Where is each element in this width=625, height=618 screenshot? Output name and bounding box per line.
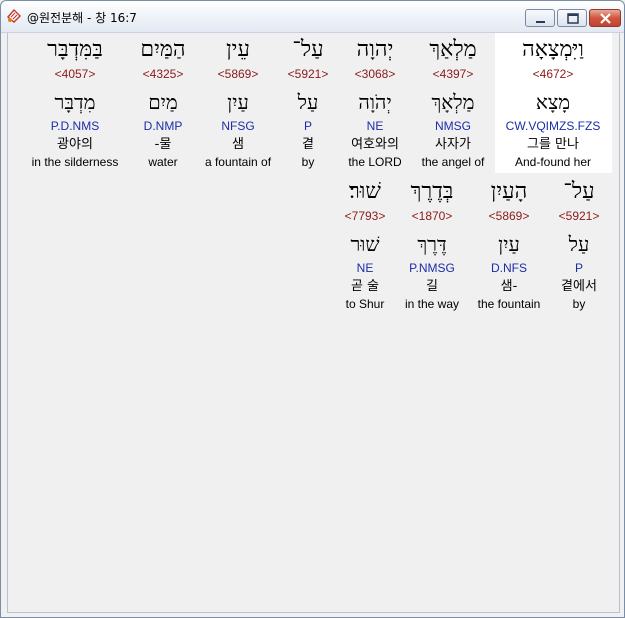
english-gloss: in the silderness (31, 155, 119, 169)
hebrew-word: בַּמִּדְבָּר (47, 37, 103, 62)
korean-gloss: 곧 술 (350, 279, 380, 294)
maximize-button[interactable] (557, 9, 587, 27)
english-gloss: by (301, 155, 315, 169)
lemma-word: מַלְאָךְ (431, 90, 475, 114)
strong-number[interactable]: <4057> (23, 65, 127, 83)
korean-gloss: 샘- (500, 279, 518, 294)
morphology-code: P (574, 261, 583, 275)
korean-gloss: 그를 만나 (527, 137, 579, 152)
lemma-word: עַל (297, 90, 319, 114)
morphology-code: NE (366, 119, 384, 133)
strong-number[interactable]: <5921> (281, 65, 335, 83)
english-gloss: water (148, 155, 178, 169)
morphology-code: NFSG (221, 119, 255, 133)
korean-gloss: 사자가 (435, 137, 471, 152)
english-gloss: the angel of (421, 155, 485, 169)
lemma-word: עַיִן (498, 232, 520, 256)
word-unit[interactable]: הָעַיִן <5869> עַיִן D.NFS 샘- the founta… (471, 177, 547, 313)
lemma-word: מָצָא (535, 90, 571, 114)
hebrew-word: עַל־ (292, 37, 324, 62)
morphology-code: CW.VQIMZS.FZS (505, 119, 601, 133)
hebrew-word: הַמַּיִם (140, 37, 186, 62)
korean-gloss: -물 (154, 137, 172, 152)
lemma-word: דֶּרֶךְ (417, 232, 447, 256)
word-unit[interactable]: בַּמִּדְבָּר <4057> מִדְבָּר P.D.NMS 광야의… (23, 35, 127, 171)
hebrew-word: יְהוָה (356, 37, 394, 62)
morphology-code: NMSG (435, 119, 471, 133)
app-window: @원전분해 - 창 16:7 וַיִּמְצָאָה <4672> מָצָא… (0, 0, 625, 618)
lemma-word: מַיִם (148, 90, 178, 114)
strong-number[interactable]: <1870> (397, 207, 467, 225)
lemma-word: שׁוּר (350, 232, 380, 256)
word-unit[interactable]: הַמַּיִם <4325> מַיִם D.NMP -물 water (131, 35, 195, 171)
strong-number[interactable]: <4397> (415, 65, 491, 83)
hebrew-word: שׁוּר׃ (348, 179, 381, 204)
hebrew-word: מַלְאַךְ (429, 37, 477, 62)
english-gloss: And-found her (514, 155, 592, 169)
morphology-code: P.D.NMS (50, 119, 100, 133)
morphology-code: P (303, 119, 312, 133)
strong-number[interactable]: <5869> (471, 207, 547, 225)
english-gloss: to Shur (345, 297, 385, 311)
morphology-code: P.NMSG (409, 261, 455, 275)
korean-gloss: 곁 (302, 137, 314, 152)
english-gloss: a fountain of (204, 155, 272, 169)
korean-gloss: 길 (426, 279, 438, 294)
english-gloss: by (572, 297, 586, 311)
word-unit[interactable]: שׁוּר׃ <7793> שׁוּר NE 곧 술 to Shur (337, 177, 393, 313)
morphology-code: D.NFS (491, 261, 527, 275)
hebrew-word: בְּדֶרֶךְ (410, 179, 454, 204)
strong-number[interactable]: <4672> (497, 65, 609, 83)
app-icon (6, 8, 22, 24)
title-bar[interactable]: @원전분해 - 창 16:7 (1, 1, 624, 33)
korean-gloss: 샘 (232, 137, 244, 152)
strong-number[interactable]: <7793> (337, 207, 393, 225)
english-gloss: the fountain (477, 297, 541, 311)
window-title: @원전분해 - 창 16:7 (27, 11, 137, 25)
minimize-icon (536, 21, 545, 23)
word-unit[interactable]: יְהוָה <3068> יְהֹוָה NE 여호와의 the LORD (341, 35, 409, 171)
minimize-button[interactable] (525, 9, 555, 27)
word-unit[interactable]: עַל־ <5921> עַל P 곁에서 by (547, 177, 611, 313)
strong-number[interactable]: <4325> (131, 65, 195, 83)
word-unit[interactable]: עֵין <5869> עַיִן NFSG 샘 a fountain of (199, 35, 277, 171)
hebrew-word: עֵין (226, 37, 250, 62)
strong-number[interactable]: <3068> (341, 65, 409, 83)
strong-number[interactable]: <5869> (199, 65, 277, 83)
korean-gloss: 곁에서 (561, 279, 597, 294)
lemma-word: עַל (568, 232, 590, 256)
close-icon (600, 13, 611, 24)
hebrew-word: עַל־ (563, 179, 595, 204)
morphology-code: NE (356, 261, 374, 275)
word-unit[interactable]: וַיִּמְצָאָה <4672> מָצָא CW.VQIMZS.FZS … (497, 35, 609, 171)
korean-gloss: 여호와의 (351, 137, 399, 152)
word-unit[interactable]: עַל־ <5921> עַל P 곁 by (281, 35, 335, 171)
strong-number[interactable]: <5921> (547, 207, 611, 225)
lemma-word: מִדְבָּר (54, 90, 96, 114)
word-unit[interactable]: בְּדֶרֶךְ <1870> דֶּרֶךְ P.NMSG 길 in the… (397, 177, 467, 313)
close-button[interactable] (589, 9, 621, 27)
korean-gloss: 광야의 (57, 137, 93, 152)
word-unit[interactable]: מַלְאַךְ <4397> מַלְאָךְ NMSG 사자가 the an… (415, 35, 491, 171)
english-gloss: the LORD (348, 155, 402, 169)
lemma-word: עַיִן (227, 90, 249, 114)
english-gloss: in the way (404, 297, 460, 311)
hebrew-word: הָעַיִן (490, 179, 528, 204)
maximize-icon (567, 13, 579, 24)
hebrew-word: וַיִּמְצָאָה (522, 37, 584, 62)
lemma-word: יְהֹוָה (358, 90, 392, 114)
morphology-code: D.NMP (143, 119, 183, 133)
